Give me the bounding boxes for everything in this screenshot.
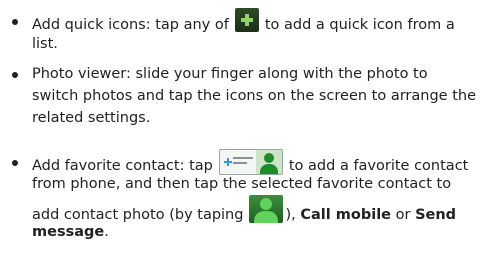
text-line: related settings.	[32, 109, 150, 127]
plus-icon	[223, 158, 232, 166]
text: ),	[285, 207, 296, 223]
text: list.	[32, 36, 58, 52]
call-mobile-label: Call mobile	[300, 207, 391, 223]
text: .	[104, 224, 109, 240]
text: to add a quick icon from a	[264, 17, 455, 33]
text-line: Photo viewer: slide your finger along wi…	[32, 65, 428, 83]
text: switch photos and tap the icons on the s…	[32, 88, 476, 104]
add-favorite-contact-icon	[218, 149, 283, 175]
text-line: from phone, and then tap the selected fa…	[32, 175, 451, 193]
text-line: switch photos and tap the icons on the s…	[32, 87, 476, 105]
text: related settings.	[32, 110, 151, 126]
text: add contact photo (by taping	[32, 207, 244, 223]
text: to add a favorite contact	[288, 158, 469, 174]
contact-photo-icon	[249, 195, 284, 223]
fav-widget-tiny-text	[232, 157, 253, 159]
fav-widget-tiny-text	[232, 162, 247, 164]
send-message-label: message	[32, 224, 105, 240]
text: Add favorite contact: tap	[32, 158, 213, 174]
send-message-label: Send	[415, 207, 457, 223]
text-line: list.	[32, 35, 58, 53]
text: Add quick icons: tap any of	[32, 17, 229, 33]
plus-icon	[234, 8, 259, 32]
person-icon	[255, 150, 282, 174]
bullet	[12, 72, 18, 78]
text-line: Add quick icons: tap any of to add a quic…	[32, 8, 455, 37]
text-line: message.	[32, 223, 109, 241]
text: from phone, and then tap the selected fa…	[32, 176, 452, 192]
bullet	[12, 19, 18, 25]
text: or	[391, 207, 416, 223]
text: Photo viewer: slide your finger along wi…	[32, 66, 428, 82]
bullet	[12, 160, 18, 166]
fav-widget-left	[219, 150, 256, 174]
